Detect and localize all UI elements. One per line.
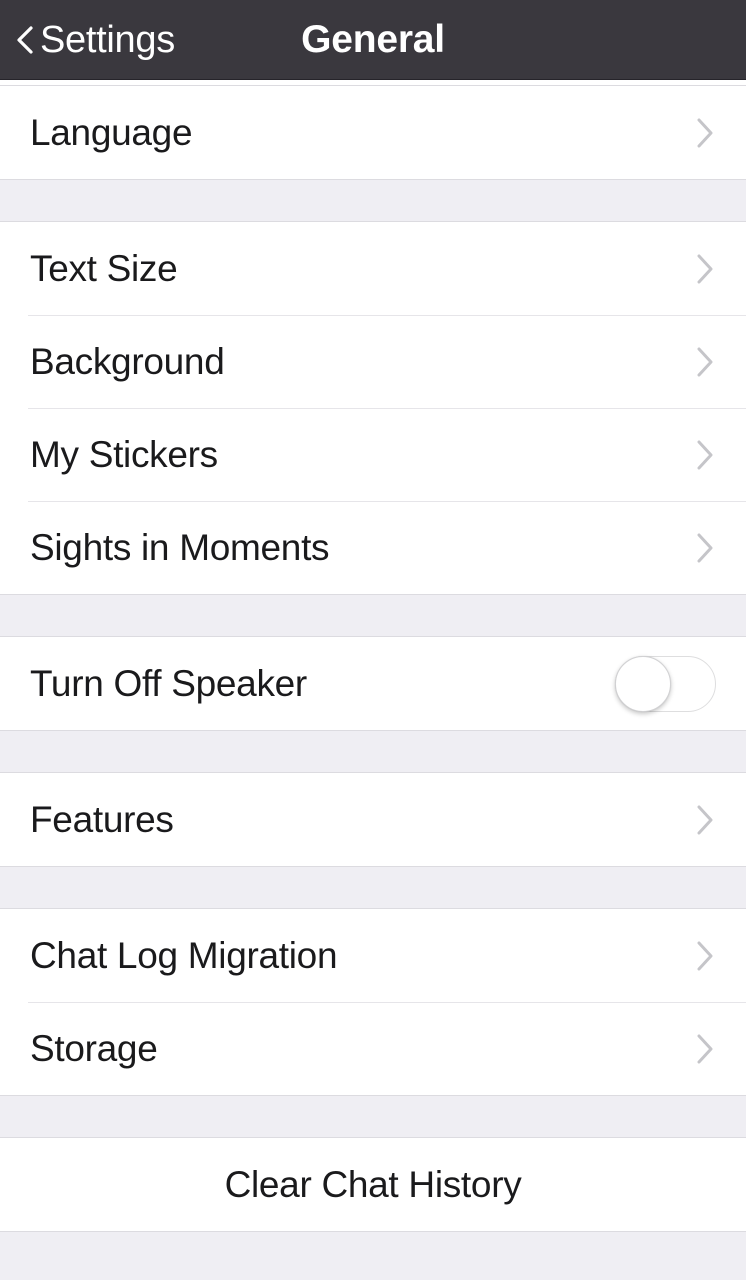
settings-row-background[interactable]: Background xyxy=(0,315,746,408)
clear-section: Clear Chat History xyxy=(0,1137,746,1232)
clear-chat-history-button[interactable]: Clear Chat History xyxy=(0,1138,746,1231)
chevron-right-icon xyxy=(692,254,718,284)
navigation-bar: Settings General xyxy=(0,0,746,80)
back-button-label: Settings xyxy=(40,18,175,61)
settings-row-sights-in-moments[interactable]: Sights in Moments xyxy=(0,501,746,594)
chevron-right-icon xyxy=(692,440,718,470)
turn-off-speaker-toggle[interactable] xyxy=(615,655,716,712)
row-label: Features xyxy=(30,799,174,840)
list-bottom-spacer xyxy=(0,1232,746,1280)
settings-general-screen: Settings General Language Text Size Back… xyxy=(0,0,746,1280)
section-gap-2 xyxy=(0,595,746,636)
section-gap-5 xyxy=(0,1096,746,1137)
settings-row-storage[interactable]: Storage xyxy=(0,1002,746,1095)
settings-row-language[interactable]: Language xyxy=(0,86,746,179)
back-button[interactable]: Settings xyxy=(0,0,175,79)
row-label: Turn Off Speaker xyxy=(30,663,307,704)
row-label: Chat Log Migration xyxy=(30,935,338,976)
section-gap-4 xyxy=(0,867,746,908)
row-label: My Stickers xyxy=(30,434,218,475)
chevron-right-icon xyxy=(692,941,718,971)
row-label: Storage xyxy=(30,1028,158,1069)
storage-section: Chat Log Migration Storage xyxy=(0,908,746,1096)
speaker-section: Turn Off Speaker xyxy=(0,636,746,731)
settings-row-features[interactable]: Features xyxy=(0,773,746,866)
chevron-right-icon xyxy=(692,118,718,148)
row-label: Language xyxy=(30,112,193,153)
settings-row-turn-off-speaker[interactable]: Turn Off Speaker xyxy=(0,637,746,730)
section-gap-1 xyxy=(0,180,746,221)
language-section: Language xyxy=(0,85,746,180)
features-section: Features xyxy=(0,772,746,867)
row-label: Sights in Moments xyxy=(30,527,330,568)
chevron-right-icon xyxy=(692,533,718,563)
row-label: Clear Chat History xyxy=(224,1164,522,1205)
row-label: Background xyxy=(30,341,225,382)
settings-row-chat-log-migration[interactable]: Chat Log Migration xyxy=(0,909,746,1002)
chevron-right-icon xyxy=(692,347,718,377)
toggle-knob xyxy=(615,655,671,712)
appearance-section: Text Size Background My Stickers Sights … xyxy=(0,221,746,595)
section-gap-3 xyxy=(0,731,746,772)
chevron-right-icon xyxy=(692,1034,718,1064)
row-label: Text Size xyxy=(30,248,178,289)
settings-list: Language Text Size Background My Sticker… xyxy=(0,80,746,1280)
settings-row-my-stickers[interactable]: My Stickers xyxy=(0,408,746,501)
chevron-right-icon xyxy=(692,805,718,835)
settings-row-text-size[interactable]: Text Size xyxy=(0,222,746,315)
chevron-left-icon xyxy=(14,25,36,55)
